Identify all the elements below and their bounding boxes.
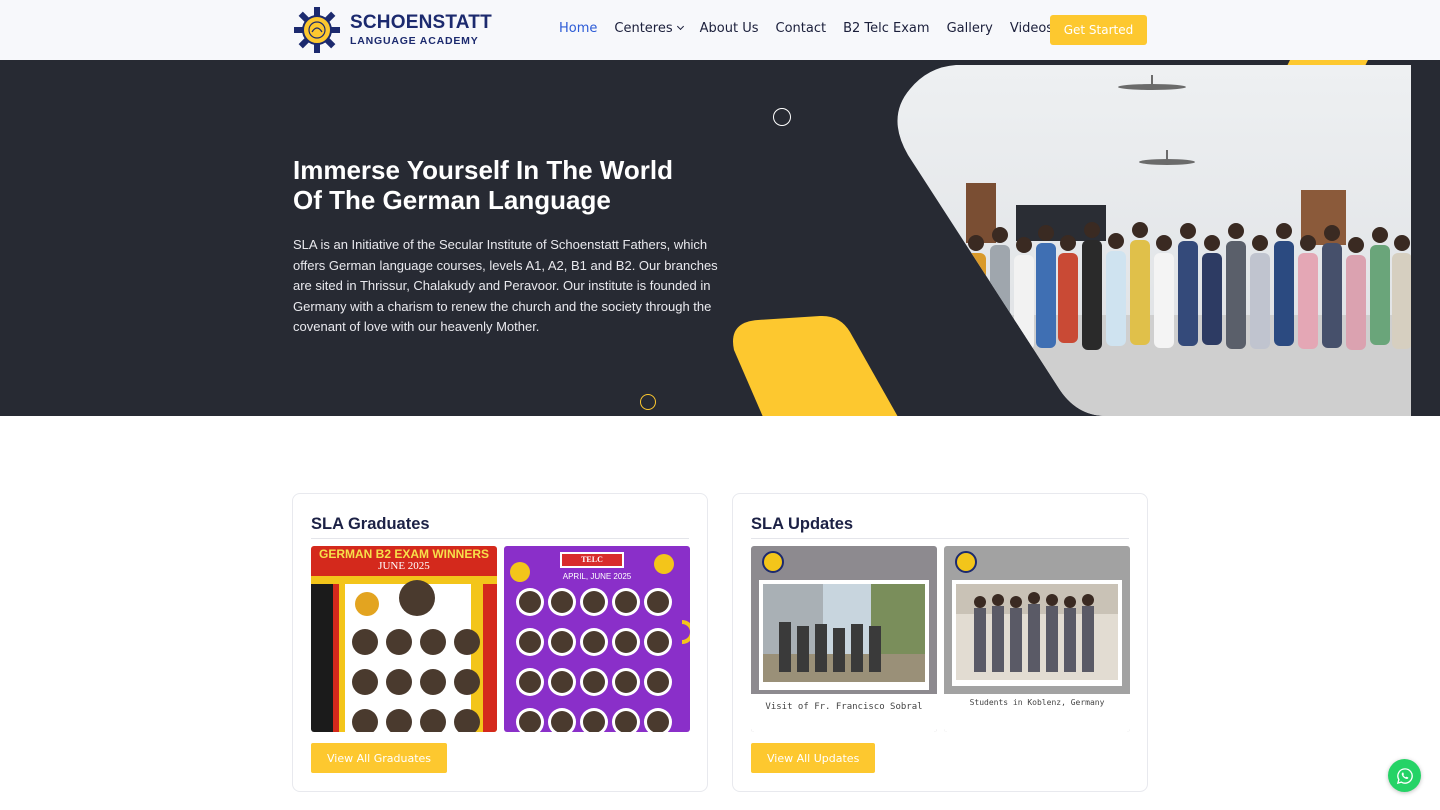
updates-title: SLA Updates <box>751 515 854 533</box>
divider <box>751 538 1129 539</box>
get-started-button[interactable]: Get Started <box>1050 15 1147 45</box>
decorative-ring-yellow <box>640 394 656 410</box>
graduates-title: SLA Graduates <box>311 515 430 533</box>
main-nav: Home Centeres About Us Contact B2 Telc E… <box>559 21 1070 36</box>
brand-subtitle: LANGUAGE ACADEMY <box>350 35 479 48</box>
nav-contact[interactable]: Contact <box>776 21 827 36</box>
poster-date: JUNE 2025 <box>378 560 430 572</box>
whatsapp-icon <box>1396 767 1413 784</box>
academy-emblem-icon <box>293 6 341 54</box>
whatsapp-chat-button[interactable] <box>1388 759 1421 792</box>
hero-title-line-2: Of The German Language <box>293 185 611 215</box>
nav-videos[interactable]: Videos <box>1010 21 1053 36</box>
decorative-ring <box>773 108 791 126</box>
divider <box>311 538 689 539</box>
poster-badge: TELC <box>581 555 603 564</box>
nav-centeres[interactable]: Centeres <box>614 21 684 36</box>
nav-centeres-label: Centeres <box>614 21 673 36</box>
nav-b2-telc-exam[interactable]: B2 Telc Exam <box>843 21 929 36</box>
poster-date: APRIL, JUNE 2025 <box>562 572 632 581</box>
nav-home[interactable]: Home <box>559 21 597 36</box>
update-thumb-koblenz[interactable]: Students in Koblenz, Germany <box>944 546 1130 732</box>
hero-title-line-1: Immerse Yourself In The World <box>293 155 673 185</box>
hero-section: Immerse Yourself In The World Of The Ger… <box>0 60 1440 416</box>
graduates-poster-b2-winners[interactable]: GERMAN B2 EXAM WINNERS JUNE 2025 <box>311 546 497 732</box>
brand-logo[interactable]: SCHOENSTATT LANGUAGE ACADEMY <box>293 6 492 54</box>
brand-title: SCHOENSTATT <box>350 12 492 34</box>
view-all-graduates-button[interactable]: View All Graduates <box>311 743 448 773</box>
graduates-poster-telc[interactable]: TELC APRIL, JUNE 2025 <box>504 546 690 732</box>
hero-description: SLA is an Initiative of the Secular Inst… <box>293 237 718 335</box>
graduates-card: SLA Graduates GERMAN B2 EXAM WINNERS JUN… <box>292 493 708 792</box>
updates-card: SLA Updates Visit of Fr. Francisco Sobra… <box>732 493 1148 792</box>
update-thumb-visit[interactable]: Visit of Fr. Francisco Sobral <box>751 546 937 732</box>
hero-group-photo <box>897 65 1411 416</box>
site-header: SCHOENSTATT LANGUAGE ACADEMY Home Center… <box>0 0 1440 60</box>
update-caption: Visit of Fr. Francisco Sobral <box>765 702 923 712</box>
view-all-updates-button[interactable]: View All Updates <box>751 743 876 773</box>
nav-gallery[interactable]: Gallery <box>947 21 993 36</box>
chevron-down-icon <box>676 22 684 31</box>
poster-headline: GERMAN B2 EXAM WINNERS <box>318 547 489 561</box>
update-caption: Students in Koblenz, Germany <box>969 698 1105 707</box>
nav-about-us[interactable]: About Us <box>700 21 759 36</box>
hero-title: Immerse Yourself In The World Of The Ger… <box>293 155 713 215</box>
